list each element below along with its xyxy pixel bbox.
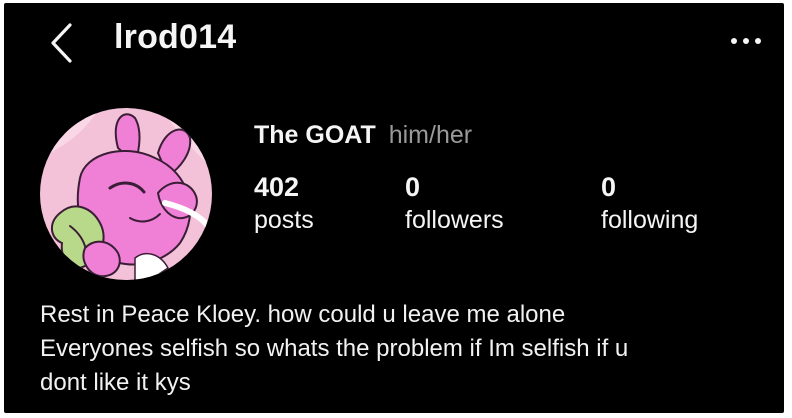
followers-stat[interactable]: 0 followers — [405, 171, 504, 237]
bio-line: Rest in Peace Kloey. how could u leave m… — [40, 301, 566, 328]
bio-line: dont like it kys — [40, 369, 191, 396]
followers-label: followers — [405, 206, 504, 235]
chevron-left-icon — [51, 23, 72, 63]
profile-bio: Rest in Peace Kloey. how could u leave m… — [40, 298, 770, 400]
followers-count: 0 — [405, 172, 421, 202]
following-label: following — [601, 206, 699, 235]
screenshot: lrod014 The GOAT him/her 402 posts 0 fol… — [0, 0, 792, 418]
bio-line: Everyones selfish so whats the problem i… — [40, 335, 629, 362]
avatar-illustration — [40, 108, 212, 280]
following-stat[interactable]: 0 following — [601, 171, 698, 237]
profile-panel: lrod014 The GOAT him/her 402 posts 0 fol… — [4, 3, 784, 413]
back-button[interactable] — [44, 21, 78, 65]
pronouns: him/her — [388, 121, 473, 149]
profile-username: lrod014 — [114, 18, 237, 56]
profile-avatar[interactable] — [40, 108, 212, 280]
posts-count: 402 — [254, 172, 300, 202]
posts-label: posts — [254, 206, 314, 235]
posts-stat[interactable]: 402 posts — [254, 171, 314, 237]
profile-name-line: The GOAT him/her — [254, 120, 472, 150]
more-options-button[interactable] — [726, 27, 766, 55]
following-count: 0 — [601, 172, 617, 202]
more-horizontal-icon — [731, 38, 761, 44]
display-name: The GOAT — [254, 121, 376, 149]
